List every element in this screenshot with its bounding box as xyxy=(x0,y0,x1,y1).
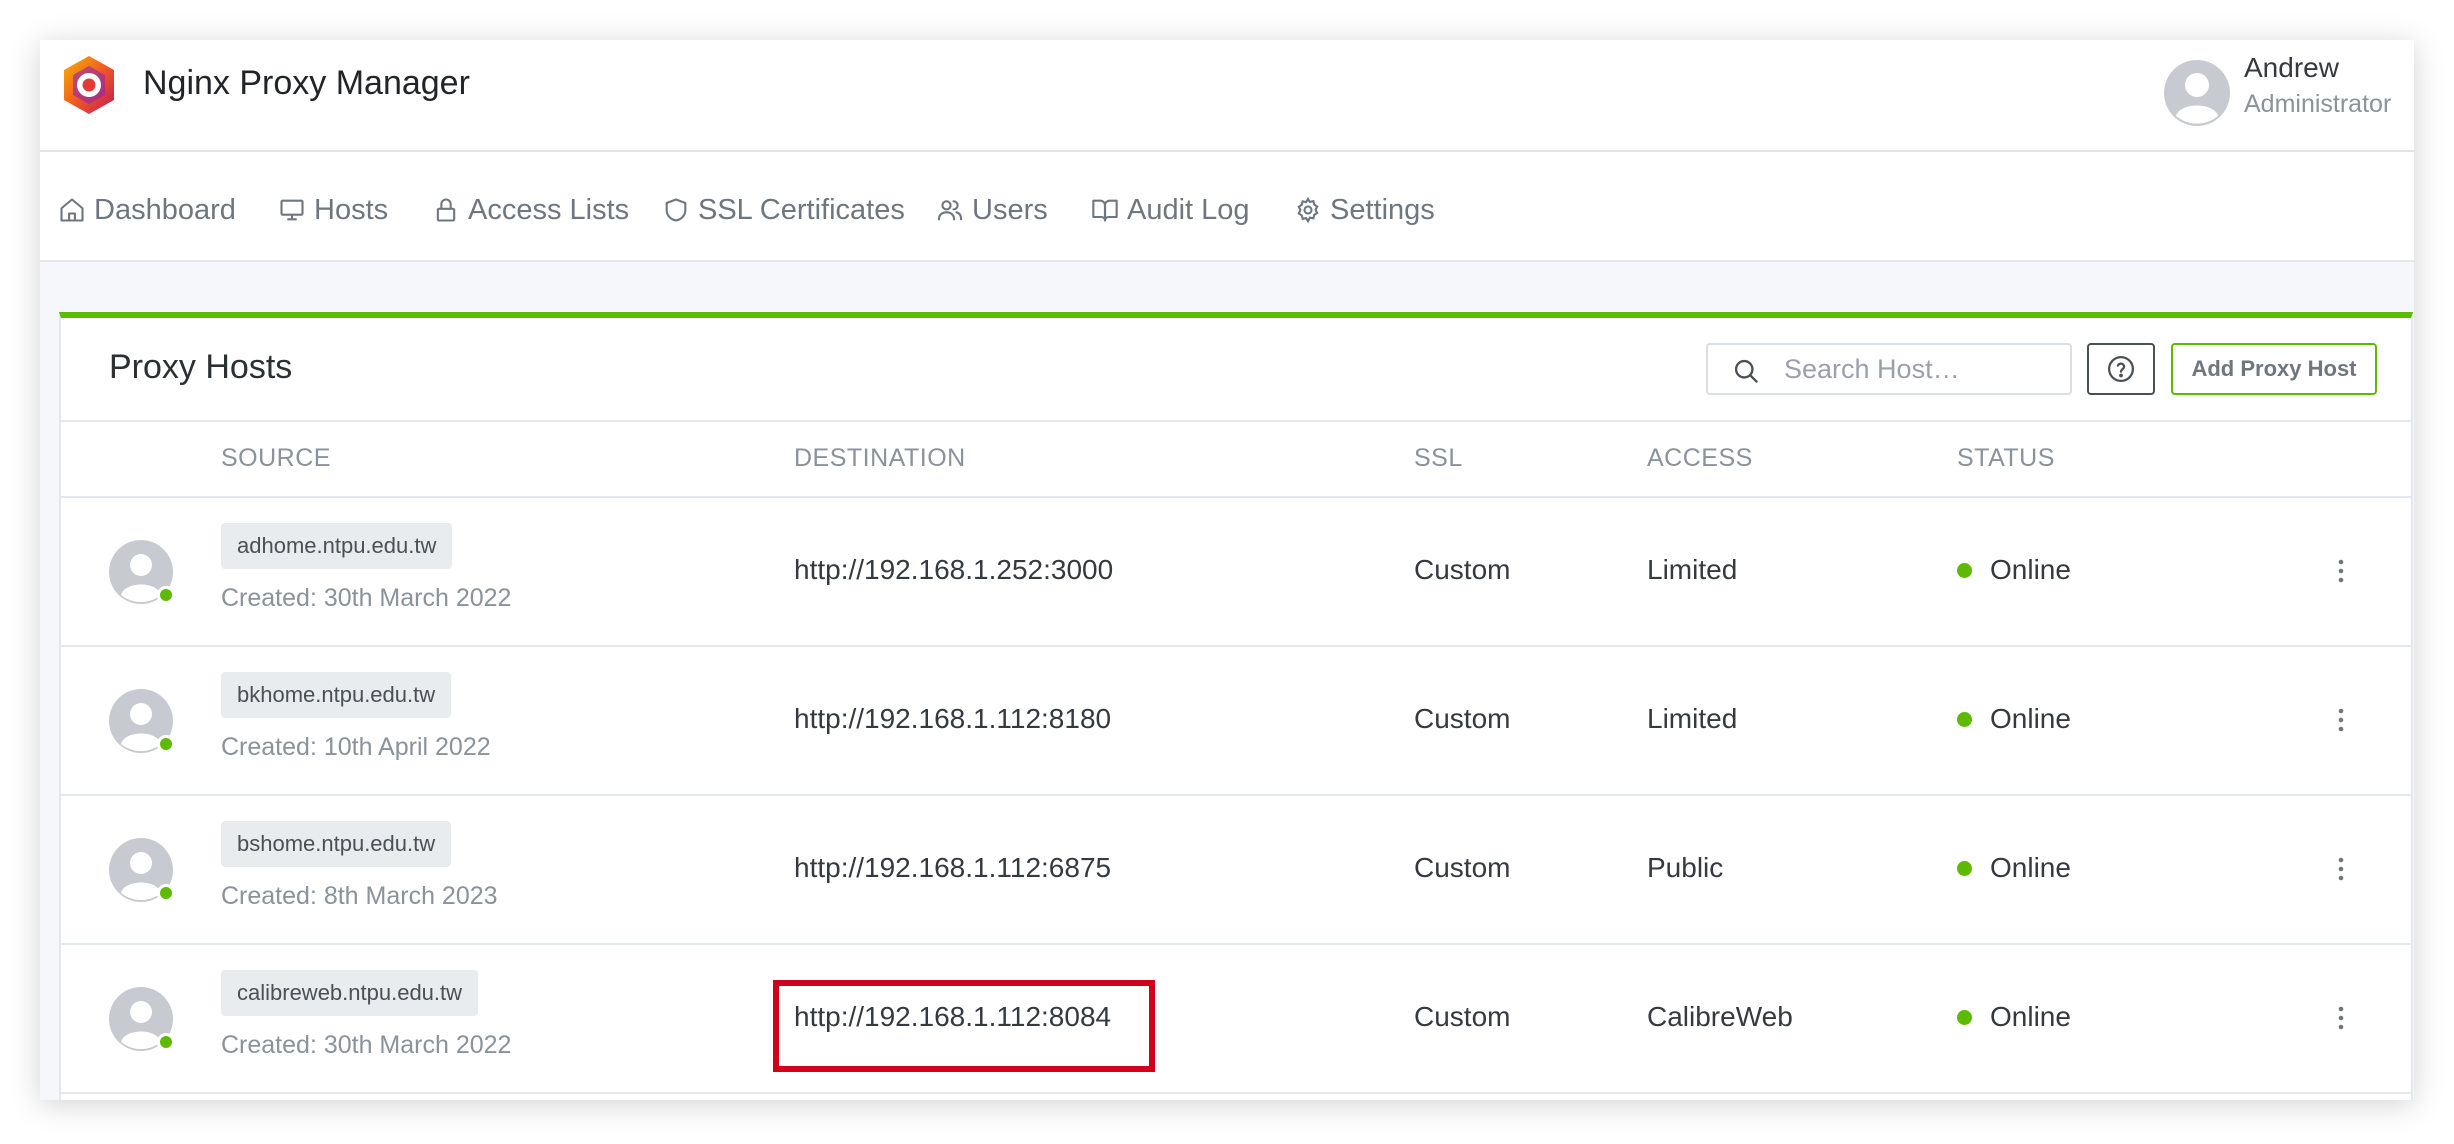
shield-icon xyxy=(665,198,687,222)
status-dot xyxy=(1957,562,1972,578)
domain-badge[interactable]: bkhome.ntpu.edu.tw xyxy=(221,672,452,718)
nav-label: Access Lists xyxy=(468,193,630,226)
status-dot xyxy=(1957,860,1972,876)
nav-label: Users xyxy=(972,193,1048,226)
status-cell: Online xyxy=(1957,1001,2071,1033)
table-row: adhome.ntpu.edu.tw Created: 30th March 2… xyxy=(61,498,2411,647)
destination-url: http://192.168.1.112:8084 xyxy=(794,1001,1112,1032)
nav-item-ssl-certificates[interactable]: SSL Certificates xyxy=(662,190,905,230)
lock-icon xyxy=(436,198,456,222)
column-header-access: ACCESS xyxy=(1647,444,1753,472)
column-header-status: STATUS xyxy=(1957,444,2055,472)
user-role: Administrator xyxy=(2244,90,2392,118)
created-date: Created: 30th March 2022 xyxy=(221,1031,512,1059)
access-list: Public xyxy=(1647,852,1724,883)
created-date: Created: 30th March 2022 xyxy=(221,584,512,612)
status-cell: Online xyxy=(1957,554,2071,586)
nav-label: Settings xyxy=(1330,193,1435,226)
destination-url: http://192.168.1.112:6875 xyxy=(794,852,1112,883)
card-header: Proxy Hosts Add Proxy Host xyxy=(61,318,2411,422)
status-dot xyxy=(1957,711,1972,727)
ssl-type: Custom xyxy=(1414,852,1511,883)
user-avatar-icon[interactable] xyxy=(2164,60,2230,126)
table-row: bkhome.ntpu.edu.tw Created: 10th April 2… xyxy=(61,647,2411,796)
proxy-hosts-card: Proxy Hosts Add Proxy Host SOURCE DESTIN… xyxy=(59,312,2413,1100)
table-header: SOURCE DESTINATION SSL ACCESS STATUS xyxy=(61,422,2411,498)
home-icon xyxy=(60,198,84,222)
app-title: Nginx Proxy Manager xyxy=(143,64,470,102)
created-date: Created: 10th April 2022 xyxy=(221,733,491,761)
ssl-type: Custom xyxy=(1414,1001,1511,1032)
users-icon xyxy=(937,200,963,221)
status-label: Online xyxy=(1990,852,2071,883)
domain-badge[interactable]: bshome.ntpu.edu.tw xyxy=(221,821,452,867)
nav-item-settings[interactable]: Settings xyxy=(1294,190,1435,230)
help-button[interactable] xyxy=(2087,343,2155,395)
status-cell: Online xyxy=(1957,852,2071,884)
column-header-source: SOURCE xyxy=(221,444,331,472)
nginx-proxy-manager-logo[interactable] xyxy=(58,54,120,116)
online-indicator xyxy=(157,884,175,902)
column-header-ssl: SSL xyxy=(1414,444,1463,472)
more-options-icon[interactable] xyxy=(2329,1003,2353,1033)
status-label: Online xyxy=(1990,554,2071,585)
status-label: Online xyxy=(1990,1001,2071,1032)
more-options-icon[interactable] xyxy=(2329,854,2353,884)
nav-item-audit-log[interactable]: Audit Log xyxy=(1091,190,1250,230)
online-indicator xyxy=(157,586,175,604)
nav-item-access-lists[interactable]: Access Lists xyxy=(432,190,629,230)
nav-item-dashboard[interactable]: Dashboard xyxy=(58,190,236,230)
app-window: Nginx Proxy Manager Andrew Administrator… xyxy=(40,40,2414,1100)
nav-label: SSL Certificates xyxy=(698,193,905,226)
search-input[interactable] xyxy=(1784,351,2054,387)
add-proxy-host-button[interactable]: Add Proxy Host xyxy=(2171,343,2377,395)
domain-badge[interactable]: adhome.ntpu.edu.tw xyxy=(221,523,453,569)
user-menu[interactable]: Andrew Administrator xyxy=(2164,50,2414,130)
ssl-type: Custom xyxy=(1414,703,1511,734)
table-row: calibreweb.ntpu.edu.tw Created: 30th Mar… xyxy=(61,945,2411,1094)
book-icon xyxy=(1092,199,1118,222)
nav-label: Audit Log xyxy=(1127,193,1250,226)
search-icon xyxy=(1734,359,1758,383)
more-options-icon[interactable] xyxy=(2329,705,2353,735)
ssl-type: Custom xyxy=(1414,554,1511,585)
user-name: Andrew xyxy=(2244,52,2339,83)
created-date: Created: 8th March 2023 xyxy=(221,882,498,910)
access-list: Limited xyxy=(1647,554,1738,585)
search-box[interactable] xyxy=(1706,343,2072,395)
nav-item-users[interactable]: Users xyxy=(936,190,1048,230)
table-row: bshome.ntpu.edu.tw Created: 8th March 20… xyxy=(61,796,2411,945)
card-title: Proxy Hosts xyxy=(109,348,293,386)
nav-label: Dashboard xyxy=(94,193,236,226)
online-indicator xyxy=(157,1033,175,1051)
more-options-icon[interactable] xyxy=(2329,556,2353,586)
nav-label: Hosts xyxy=(314,193,389,226)
online-indicator xyxy=(157,735,175,753)
question-circle-icon xyxy=(2108,356,2134,382)
status-label: Online xyxy=(1990,703,2071,734)
destination-url: http://192.168.1.252:3000 xyxy=(794,554,1114,585)
nav-item-hosts[interactable]: Hosts xyxy=(278,190,388,230)
domain-badge[interactable]: calibreweb.ntpu.edu.tw xyxy=(221,970,479,1016)
gear-icon xyxy=(1297,196,1319,224)
access-list: Limited xyxy=(1647,703,1738,734)
column-header-destination: DESTINATION xyxy=(794,444,966,472)
status-cell: Online xyxy=(1957,703,2071,735)
access-list: CalibreWeb xyxy=(1647,1001,1793,1032)
monitor-icon xyxy=(280,199,304,221)
status-dot xyxy=(1957,1009,1972,1025)
destination-url: http://192.168.1.112:8180 xyxy=(794,703,1112,734)
main-nav: Dashboard Hosts Access Lists SSL Certifi… xyxy=(40,152,2414,262)
top-header: Nginx Proxy Manager Andrew Administrator xyxy=(40,40,2414,152)
